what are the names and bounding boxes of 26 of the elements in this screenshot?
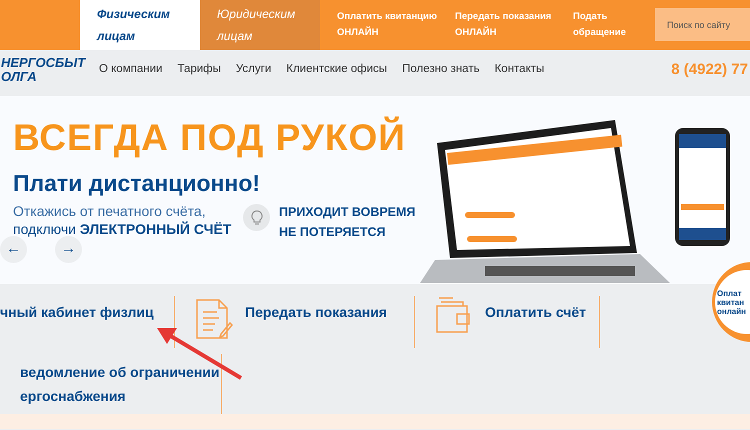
- nav-link[interactable]: Контакты: [494, 61, 544, 79]
- banner-text: подключи ЭЛЕКТРОННЫЙ СЧЁТ: [13, 220, 232, 238]
- next-button[interactable]: →: [55, 236, 82, 263]
- nav-link[interactable]: Услуги: [236, 61, 272, 79]
- service-link[interactable]: Передать показания: [245, 296, 387, 324]
- service-link[interactable]: ведомление об ограничении ергоснабжения: [20, 360, 220, 408]
- phone-number: 8 (4922) 77: [671, 60, 748, 80]
- subtitle: Плати дистанционно!: [13, 170, 262, 196]
- badge-text: онлайн: [717, 306, 747, 316]
- banner-text: Откажись от печатного счёта,: [13, 202, 207, 220]
- badge-text: Оплат: [717, 288, 743, 298]
- badge-text: квитан: [717, 298, 746, 306]
- previous-button[interactable]: ←: [0, 236, 27, 263]
- nav-link[interactable]: Тарифы: [177, 61, 221, 79]
- service-link[interactable]: Оплатить счёт: [485, 296, 586, 324]
- logo-text[interactable]: НЕРГОСБЫТ ОЛГА: [0, 56, 90, 84]
- nav-link[interactable]: О компании: [99, 61, 162, 79]
- service-link[interactable]: чный кабинет физлиц: [0, 300, 154, 324]
- headline: ВСЕГДА ПОД РУКОЙ: [13, 118, 407, 158]
- lightbulb-icon: [243, 204, 270, 231]
- feature-text: ПРИХОДИТ ВОВРЕМЯ НЕ ПОТЕРЯЕТСЯ: [279, 204, 416, 241]
- nav-link[interactable]: Клиентские офисы: [286, 61, 388, 79]
- nav-link[interactable]: Полезно знать: [402, 61, 480, 79]
- audience-tab[interactable]: Физическим лицам: [80, 0, 200, 50]
- search-field[interactable]: Поиск по сайту: [655, 8, 750, 41]
- wallet-icon: [435, 296, 473, 336]
